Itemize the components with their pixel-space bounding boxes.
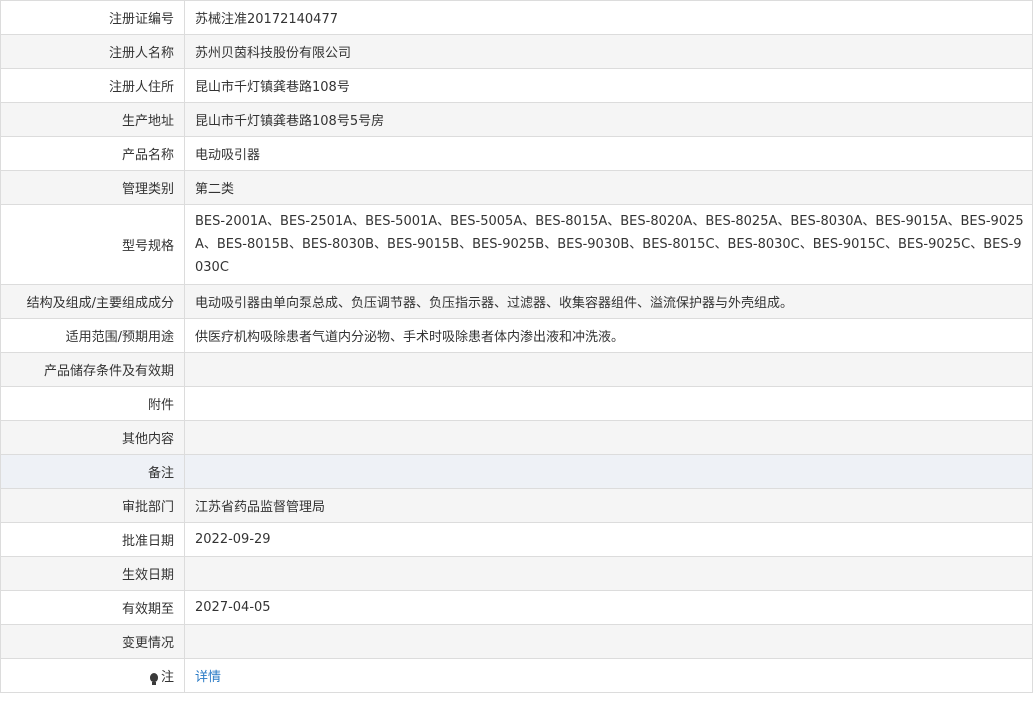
- row-label: 有效期至: [0, 590, 185, 625]
- row-label: 生效日期: [0, 556, 185, 591]
- note-label-cell: 注: [0, 658, 185, 693]
- table-row: 附件: [0, 386, 1033, 421]
- row-label: 其他内容: [0, 420, 185, 455]
- row-label: 批准日期: [0, 522, 185, 557]
- details-link[interactable]: 详情: [195, 670, 221, 685]
- table-row: 产品储存条件及有效期: [0, 352, 1033, 387]
- row-label: 生产地址: [0, 102, 185, 137]
- row-value: 昆山市千灯镇龚巷路108号: [184, 68, 1033, 103]
- row-value: 第二类: [184, 170, 1033, 205]
- row-label: 型号规格: [0, 204, 185, 285]
- row-value: 苏州贝茵科技股份有限公司: [184, 34, 1033, 69]
- table-row: 审批部门 江苏省药品监督管理局: [0, 488, 1033, 523]
- table-row: 管理类别 第二类: [0, 170, 1033, 205]
- row-value: [184, 386, 1033, 421]
- registration-table: 注册证编号 苏械注准20172140477 注册人名称 苏州贝茵科技股份有限公司…: [0, 0, 1033, 693]
- row-value: 2022-09-29: [184, 522, 1033, 557]
- row-label: 管理类别: [0, 170, 185, 205]
- row-value: [184, 556, 1033, 591]
- row-value: 2027-04-05: [184, 590, 1033, 625]
- row-value: BES-2001A、BES-2501A、BES-5001A、BES-5005A、…: [184, 204, 1033, 285]
- table-row: 生效日期: [0, 556, 1033, 591]
- table-row: 结构及组成/主要组成成分 电动吸引器由单向泵总成、负压调节器、负压指示器、过滤器…: [0, 284, 1033, 319]
- table-row: 注册证编号 苏械注准20172140477: [0, 0, 1033, 35]
- table-row: 批准日期 2022-09-29: [0, 522, 1033, 557]
- table-row: 型号规格 BES-2001A、BES-2501A、BES-5001A、BES-5…: [0, 204, 1033, 285]
- row-value: [184, 352, 1033, 387]
- row-value: 苏械注准20172140477: [184, 0, 1033, 35]
- row-label: 附件: [0, 386, 185, 421]
- row-value: 电动吸引器: [184, 136, 1033, 171]
- note-row: 注 详情: [0, 658, 1033, 693]
- row-value: 昆山市千灯镇龚巷路108号5号房: [184, 102, 1033, 137]
- row-label: 结构及组成/主要组成成分: [0, 284, 185, 319]
- note-value: 详情: [184, 658, 1033, 693]
- row-value: 电动吸引器由单向泵总成、负压调节器、负压指示器、过滤器、收集容器组件、溢流保护器…: [184, 284, 1033, 319]
- table-row: 生产地址 昆山市千灯镇龚巷路108号5号房: [0, 102, 1033, 137]
- row-value: [184, 454, 1033, 489]
- row-value: [184, 420, 1033, 455]
- table-row: 适用范围/预期用途 供医疗机构吸除患者气道内分泌物、手术时吸除患者体内渗出液和冲…: [0, 318, 1033, 353]
- table-row: 变更情况: [0, 624, 1033, 659]
- row-value: 江苏省药品监督管理局: [184, 488, 1033, 523]
- row-label: 变更情况: [0, 624, 185, 659]
- row-label: 审批部门: [0, 488, 185, 523]
- row-value: 供医疗机构吸除患者气道内分泌物、手术时吸除患者体内渗出液和冲洗液。: [184, 318, 1033, 353]
- table-row: 备注: [0, 454, 1033, 489]
- table-row: 注册人住所 昆山市千灯镇龚巷路108号: [0, 68, 1033, 103]
- row-label: 备注: [0, 454, 185, 489]
- table-row: 注册人名称 苏州贝茵科技股份有限公司: [0, 34, 1033, 69]
- row-label: 产品储存条件及有效期: [0, 352, 185, 387]
- table-row: 产品名称 电动吸引器: [0, 136, 1033, 171]
- table-row: 其他内容: [0, 420, 1033, 455]
- lightbulb-icon: [149, 673, 158, 685]
- table-row: 有效期至 2027-04-05: [0, 590, 1033, 625]
- row-label: 适用范围/预期用途: [0, 318, 185, 353]
- note-label: 注: [160, 670, 174, 685]
- row-value: [184, 624, 1033, 659]
- row-label: 产品名称: [0, 136, 185, 171]
- row-label: 注册人名称: [0, 34, 185, 69]
- row-label: 注册证编号: [0, 0, 185, 35]
- row-label: 注册人住所: [0, 68, 185, 103]
